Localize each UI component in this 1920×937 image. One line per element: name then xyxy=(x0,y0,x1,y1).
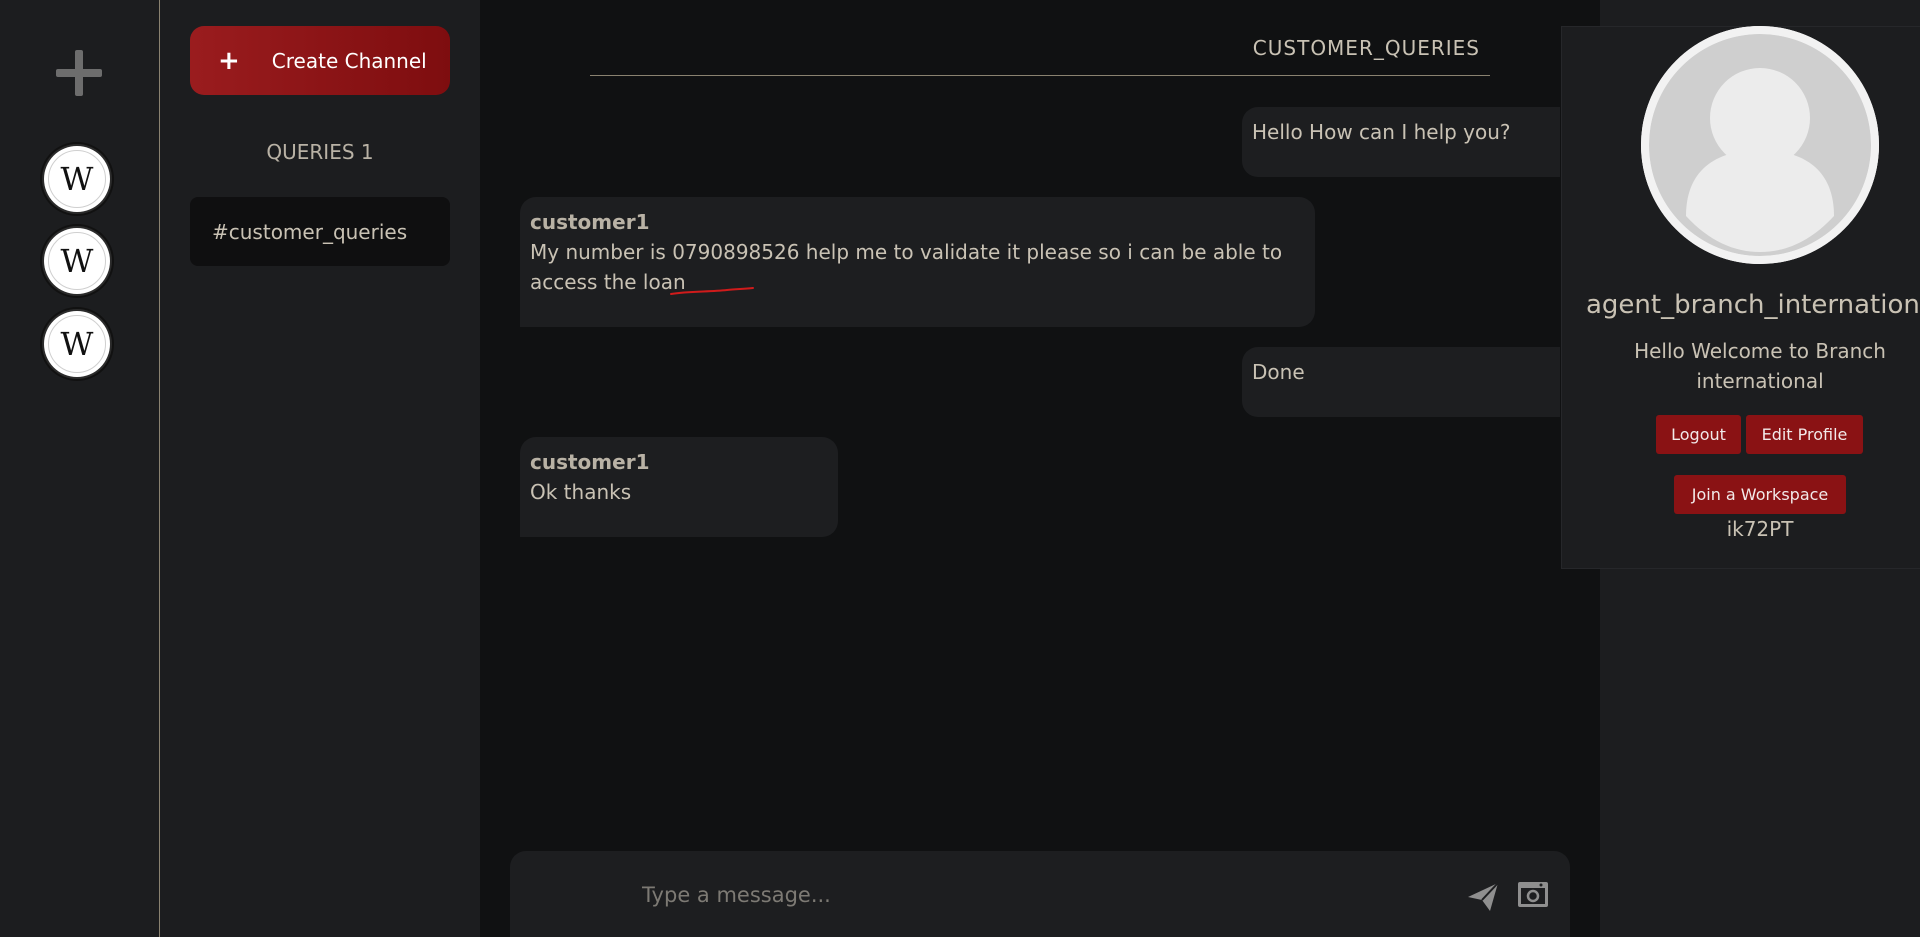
message-author: customer1 xyxy=(530,450,650,474)
message-input[interactable] xyxy=(640,871,1444,919)
profile-bio: Hello Welcome to Branch international xyxy=(1634,339,1886,393)
join-workspace-button[interactable]: Join a Workspace xyxy=(1674,475,1846,514)
avatar xyxy=(1641,26,1879,264)
workspace-code: ik72PT xyxy=(1726,517,1794,541)
logout-button[interactable]: Logout xyxy=(1656,415,1741,454)
workspace-icon[interactable]: W xyxy=(44,311,110,377)
message-bubble-customer: customer1 Ok thanks xyxy=(520,437,838,537)
channel-item-customer-queries[interactable]: #customer_queries xyxy=(190,197,450,266)
create-channel-label: Create Channel xyxy=(271,48,427,73)
workspace-icon[interactable]: W xyxy=(44,228,110,294)
workspace-letter: W xyxy=(60,160,94,198)
join-workspace-label: Join a Workspace xyxy=(1691,485,1829,504)
channel-sidebar: + Create Channel QUERIES 1 #customer_que… xyxy=(160,0,480,937)
workspace-rail: W W W xyxy=(0,0,160,937)
channel-item-label: #customer_queries xyxy=(212,219,408,244)
logout-label: Logout xyxy=(1671,425,1726,444)
channel-category-title: QUERIES 1 xyxy=(266,140,374,164)
message-text: Ok thanks xyxy=(530,480,632,504)
workspace-letter: W xyxy=(60,325,94,363)
message-text: Hello How can I help you? xyxy=(1252,120,1511,144)
workspace-letter: W xyxy=(60,242,94,280)
message-composer xyxy=(510,851,1570,937)
channel-title: CUSTOMER_QUERIES xyxy=(1252,36,1480,60)
red-underline-annotation xyxy=(670,287,754,295)
message-author: customer1 xyxy=(530,210,650,234)
send-icon[interactable] xyxy=(1466,881,1500,913)
camera-icon[interactable] xyxy=(1517,879,1549,909)
add-workspace-plus-icon[interactable] xyxy=(56,50,102,96)
title-divider xyxy=(590,75,1490,76)
edit-profile-button[interactable]: Edit Profile xyxy=(1746,415,1863,454)
message-text: My number is 0790898526 help me to valid… xyxy=(530,240,1283,294)
workspace-icon[interactable]: W xyxy=(44,146,110,212)
user-silhouette-icon xyxy=(1641,26,1879,264)
profile-name: agent_branch_international xyxy=(1586,290,1920,320)
message-text: Done xyxy=(1252,360,1305,384)
message-bubble-customer: customer1 My number is 0790898526 help m… xyxy=(520,197,1315,327)
create-channel-button[interactable]: + Create Channel xyxy=(190,26,450,95)
message-bubble-own: Hello How can I help you? xyxy=(1242,107,1560,177)
plus-icon: + xyxy=(218,45,240,76)
edit-profile-label: Edit Profile xyxy=(1761,425,1848,444)
message-bubble-own: Done xyxy=(1242,347,1560,417)
